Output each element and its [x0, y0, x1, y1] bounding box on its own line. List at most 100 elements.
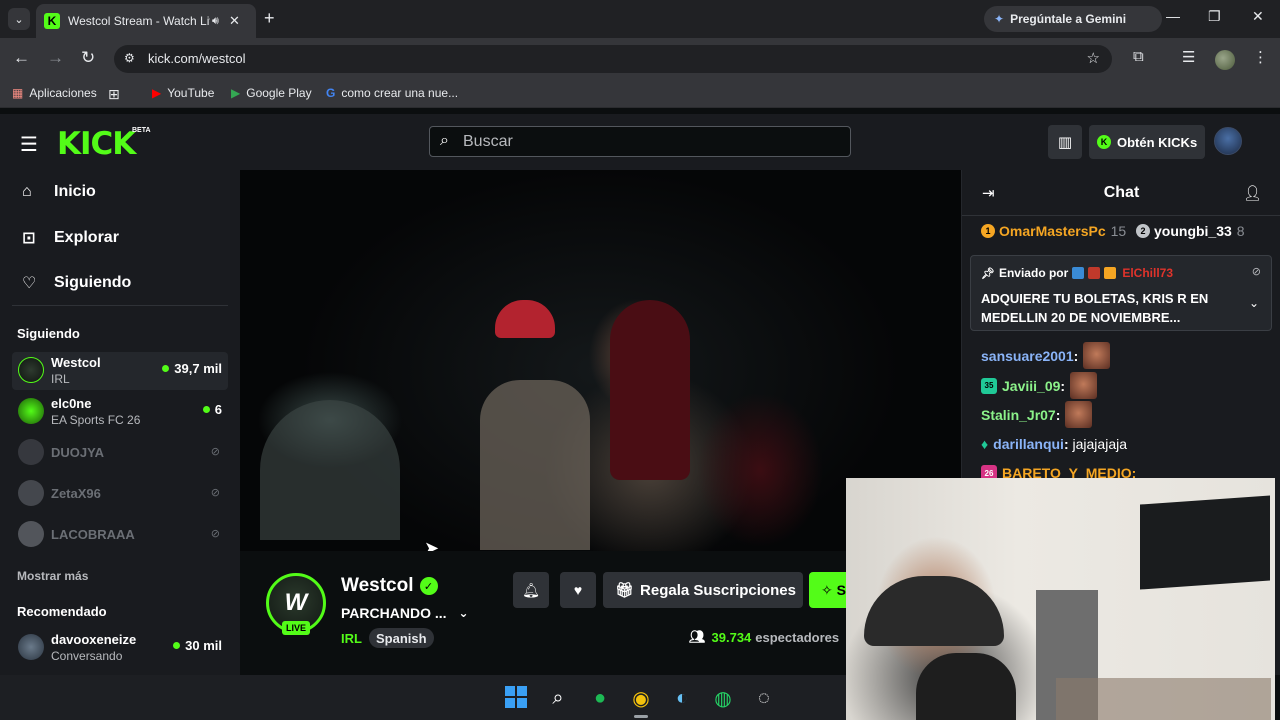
gemini-sparkle-icon: ✦: [994, 12, 1005, 26]
speaker-icon[interactable]: 🔊︎: [212, 15, 219, 28]
chevron-down-icon[interactable]: ⌄: [1249, 296, 1259, 310]
gifter-name: OmarMastersPc: [999, 223, 1106, 239]
sidebar-item-label: Inicio: [54, 183, 96, 200]
bookmark-star-icon[interactable]: ☆: [1087, 49, 1100, 67]
hamburger-menu-icon[interactable]: ☰: [20, 132, 38, 157]
rank-badge: 1: [981, 224, 995, 238]
emote-image[interactable]: [1065, 401, 1093, 428]
founder-badge-icon: [1088, 267, 1101, 279]
show-more-link[interactable]: Mostrar más: [17, 569, 88, 583]
channel-item-duojya[interactable]: DUOJYA ⊘: [12, 434, 228, 472]
chat-username[interactable]: sansuare2001: [981, 348, 1074, 364]
top-gifter-1[interactable]: 1 OmarMastersPc 15: [981, 223, 1126, 239]
chat-username[interactable]: Stalin_Jr07: [981, 407, 1056, 423]
restore-window-button[interactable]: ❐: [1208, 8, 1221, 25]
pinned-user[interactable]: ElChill73: [1122, 266, 1173, 280]
bookmark-youtube[interactable]: ▶ YouTube: [152, 86, 214, 100]
offline-icon: ⊘: [210, 487, 220, 499]
top-gifter-2[interactable]: 2 youngbi_33 8: [1136, 223, 1245, 239]
whatsapp-icon[interactable]: ◍: [711, 686, 735, 710]
kick-logo[interactable]: KICK: [57, 126, 136, 162]
emote-image[interactable]: [1083, 342, 1111, 369]
tv-shape: [1140, 495, 1270, 590]
language-tag[interactable]: Spanish: [369, 628, 434, 648]
channel-name-heading[interactable]: Westcol ✓: [341, 575, 438, 597]
back-arrow-icon[interactable]: ←: [13, 48, 30, 68]
channel-item-westcol[interactable]: Westcol IRL 39,7 mil: [12, 352, 228, 390]
sidebar-item-siguiendo[interactable]: ♡ Siguiendo: [22, 273, 131, 293]
windows-start-icon[interactable]: [505, 686, 527, 708]
close-window-button[interactable]: ✕: [1252, 8, 1264, 25]
category-link[interactable]: IRL: [341, 631, 362, 646]
browser-tab-active[interactable]: K Westcol Stream - Watch Live 🔊︎ ✕: [36, 4, 256, 38]
tab-title: Westcol Stream - Watch Live: [68, 14, 210, 28]
sidebar-item-explorar[interactable]: ⊡ Explorar: [22, 228, 119, 248]
home-icon: ⌂: [22, 183, 32, 200]
store-button[interactable]: ▥: [1048, 125, 1082, 159]
bookmark-google-search[interactable]: G como crear una nue...: [326, 86, 458, 100]
tab-search-button[interactable]: ⌄: [8, 8, 30, 30]
media-control-icon[interactable]: ☰: [1182, 48, 1195, 66]
bookmark-label: como crear una nue...: [341, 86, 459, 100]
user-avatar[interactable]: [1214, 127, 1242, 155]
channel-item-lacobraaa[interactable]: LACOBRAAA ⊘: [12, 516, 228, 554]
chat-colon: :: [1060, 377, 1066, 394]
forward-arrow-icon[interactable]: →: [47, 48, 64, 68]
store-icon: ▥: [1057, 134, 1073, 151]
bookmark-google-play[interactable]: ▶ Google Play: [231, 86, 312, 100]
channel-item-zetax96[interactable]: ZetaX96 ⊘: [12, 475, 228, 513]
apps-grid-icon: ▦: [12, 86, 24, 100]
stream-title-text: PARCHANDO ...: [341, 605, 447, 621]
notifications-button[interactable]: 🔔︎: [513, 572, 549, 608]
avatar: [18, 398, 44, 424]
pinned-message[interactable]: 📌︎ Enviado por ElChill73 ⊘ ADQUIERE TU B…: [970, 255, 1272, 331]
chevron-down-icon[interactable]: ⌄: [459, 606, 469, 620]
chat-username[interactable]: darillanqui: [993, 436, 1064, 452]
kicks-label: Obtén KICKs: [1117, 134, 1198, 150]
beta-label: BETA: [132, 127, 151, 134]
search-icon[interactable]: ⌕: [546, 686, 570, 710]
avatar: [18, 521, 44, 547]
reload-icon[interactable]: ↻: [81, 48, 95, 68]
channel-item-elc0ne[interactable]: elc0ne EA Sports FC 26 6: [12, 393, 228, 431]
chat-username[interactable]: Javiii_09: [1002, 378, 1060, 394]
channel-item-davooxeneize[interactable]: davooxeneize Conversando 30 mil: [12, 629, 228, 667]
search-input[interactable]: [463, 131, 823, 153]
address-bar[interactable]: ⚙ kick.com/westcol ☆: [114, 45, 1112, 73]
new-tab-button[interactable]: +: [264, 8, 275, 29]
stream-title[interactable]: PARCHANDO ... ⌄: [341, 605, 469, 621]
rank-badge: 2: [1136, 224, 1150, 238]
gemini-button[interactable]: ✦ Pregúntale a Gemini: [984, 6, 1162, 32]
get-kicks-button[interactable]: K Obtén KICKs: [1089, 125, 1205, 159]
app-icon[interactable]: ◌: [752, 686, 776, 710]
chrome-icon[interactable]: ◉: [629, 686, 653, 710]
user-list-icon[interactable]: 👤︎: [1243, 184, 1262, 202]
search-box[interactable]: ⌕: [429, 126, 851, 157]
emote-image[interactable]: [1070, 372, 1098, 399]
taskbar: ⌕ ● ◉ ◐ ◍ ◌: [0, 675, 846, 720]
steam-icon[interactable]: ◐: [670, 686, 694, 710]
following-heading: Siguiendo: [17, 326, 80, 341]
pinned-prefix: Enviado por: [998, 266, 1069, 280]
bookmark-grid[interactable]: ⊞: [108, 86, 126, 103]
hide-pin-icon[interactable]: ⊘: [1252, 265, 1261, 278]
spotify-icon[interactable]: ●: [588, 686, 612, 710]
extensions-icon[interactable]: ⧉: [1133, 48, 1144, 65]
avatar: [18, 439, 44, 465]
bookmark-apps[interactable]: ▦ Aplicaciones: [12, 86, 97, 100]
gifter-name: youngbi_33: [1154, 223, 1232, 239]
gift-icon: 🎁︎: [615, 582, 635, 599]
gift-subs-button[interactable]: 🎁︎ Regala Suscripciones: [603, 572, 803, 608]
viewer-count: 39,7 mil: [162, 361, 222, 376]
avatar: [18, 634, 44, 660]
close-tab-icon[interactable]: ✕: [229, 13, 240, 29]
sidebar-item-inicio[interactable]: ⌂ Inicio: [22, 183, 96, 201]
browser-profile-avatar[interactable]: [1215, 50, 1235, 70]
site-info-icon[interactable]: ⚙: [124, 51, 135, 65]
url-text[interactable]: kick.com/westcol: [148, 51, 246, 66]
follow-button[interactable]: ♥: [560, 572, 596, 608]
more-menu-icon[interactable]: ⋮: [1253, 48, 1268, 66]
channel-name: elc0ne: [51, 396, 92, 411]
minimize-window-button[interactable]: —: [1166, 8, 1180, 24]
bookmarks-bar: ▦ Aplicaciones ⊞ ▶ YouTube ▶ Google Play…: [0, 80, 1280, 108]
